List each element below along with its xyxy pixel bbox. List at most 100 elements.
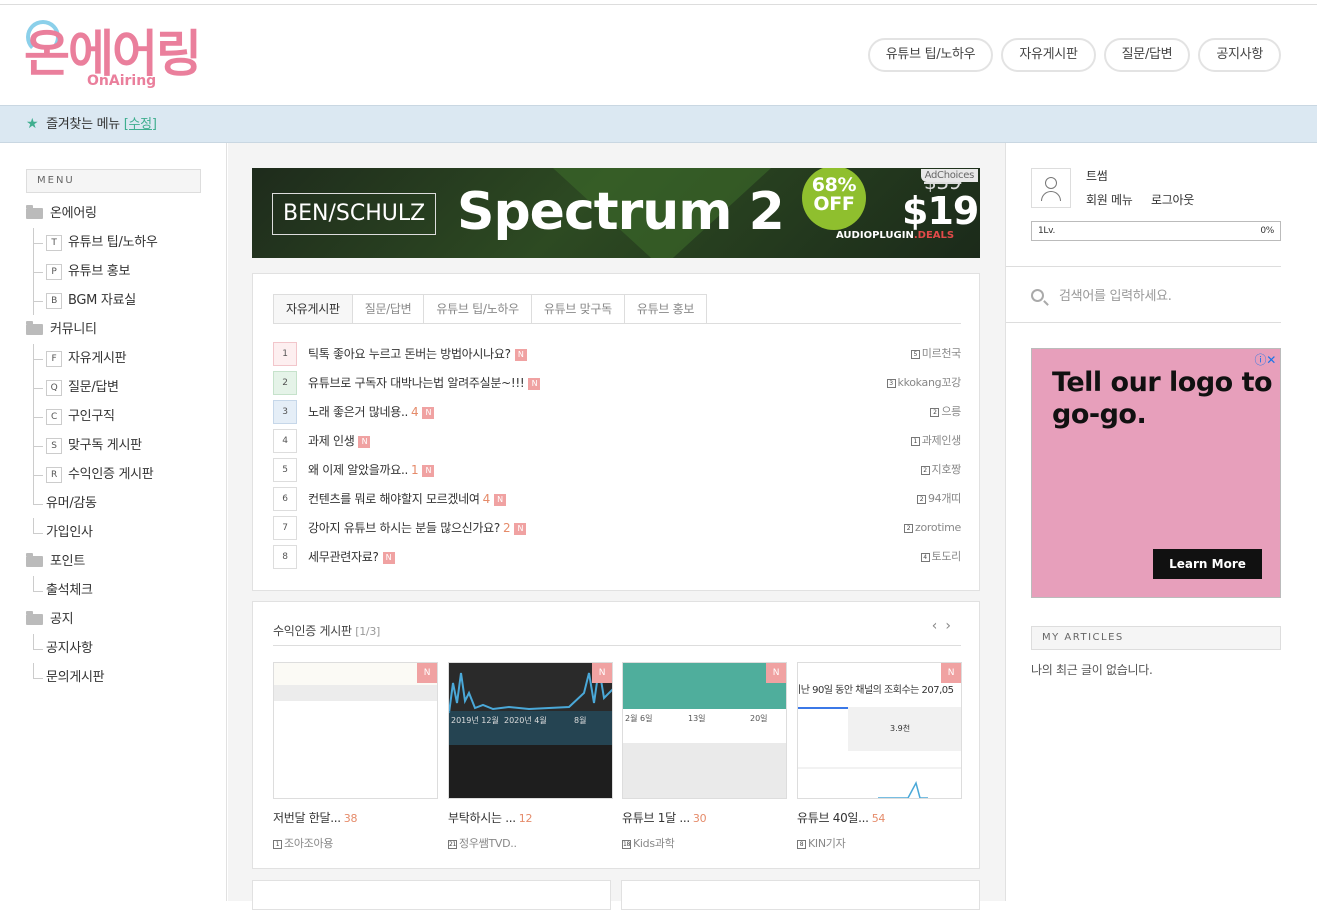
sidebar-item[interactable]: 온에어링: [26, 199, 216, 228]
tab-free-board[interactable]: 자유게시판: [273, 294, 353, 324]
next-arrow-icon[interactable]: ›: [945, 618, 959, 634]
favorites-edit-link[interactable]: [수정]: [124, 117, 157, 132]
site-logo[interactable]: 온에어링 OnAiring: [24, 18, 214, 92]
sidebar-item[interactable]: 공지: [26, 605, 216, 634]
search-icon[interactable]: [1031, 289, 1044, 302]
post-title-text[interactable]: 과제 인생: [308, 434, 355, 448]
post-title[interactable]: 세무관련자료? N: [308, 545, 395, 569]
side-ad[interactable]: ⓘ✕ Tell our logo to go-go. Learn More: [1031, 348, 1281, 598]
sidebar-item[interactable]: 문의게시판: [26, 663, 216, 692]
post-author[interactable]: 4 토도리: [920, 545, 962, 569]
post-author[interactable]: 3 kkokang꼬강: [886, 371, 962, 395]
avatar-head: [1045, 177, 1057, 189]
author-name[interactable]: 미르천국: [922, 347, 962, 360]
post-title[interactable]: 유튜브로 구독자 대박나는법 알려주실분~!!! N: [308, 371, 541, 395]
new-badge: N: [514, 348, 527, 361]
post-row[interactable]: 8 세무관련자료? N 4 토도리: [273, 544, 961, 573]
ad-banner[interactable]: BEN/SCHULZ Spectrum 2 68% OFF $39 $19 AUD…: [252, 168, 980, 258]
author-name[interactable]: 정우쌤TVD..: [459, 837, 517, 850]
post-title[interactable]: 컨텐츠를 뭐로 해야할지 모르겠네여 4 N: [308, 487, 506, 511]
gallery-item[interactable]: N 저번달 한달... 38 1 조아조아용: [273, 662, 438, 851]
post-author[interactable]: 2 으릉: [930, 400, 961, 424]
sidebar-item[interactable]: S 맞구독 게시판: [26, 431, 216, 460]
post-title-text[interactable]: 틱톡 좋아요 누르고 돈버는 방법아시나요?: [308, 347, 511, 361]
gallery-thumb[interactable]: N: [273, 662, 438, 799]
author-name[interactable]: kkokang꼬강: [898, 376, 962, 389]
nav-qna[interactable]: 질문/답변: [1103, 38, 1191, 72]
tab-youtube-promo[interactable]: 유튜브 홍보: [624, 294, 708, 324]
sidebar-item[interactable]: 유머/감동: [26, 489, 216, 518]
post-row[interactable]: 2 유튜브로 구독자 대박나는법 알려주실분~!!! N 3 kkokang꼬강: [273, 370, 961, 399]
sidebar-item[interactable]: T 유튜브 팁/노하우: [26, 228, 216, 257]
tab-youtube-tips[interactable]: 유튜브 팁/노하우: [424, 294, 532, 324]
side-ad-text: Tell our logo to go-go.: [1052, 367, 1273, 430]
ad-info-icon[interactable]: ⓘ✕: [1255, 351, 1277, 368]
post-title-text[interactable]: 컨텐츠를 뭐로 해야할지 모르겠네여: [308, 492, 480, 506]
post-row[interactable]: 7 강아지 유튜브 하시는 분들 많으신가요? 2 N 2 zorotime: [273, 515, 961, 544]
search-input[interactable]: 검색어를 입력하세요.: [1059, 289, 1172, 304]
gallery-item[interactable]: 지난 90일 동안 채널의 조회수는 207,05 3.9천 N 유튜브 40일…: [797, 662, 962, 851]
author-name[interactable]: 과제인생: [922, 434, 962, 447]
search-box[interactable]: 검색어를 입력하세요.: [1031, 282, 1281, 312]
author-name[interactable]: 으릉: [941, 405, 961, 418]
learn-more-button[interactable]: Learn More: [1153, 549, 1262, 579]
author-name[interactable]: 조아조아용: [284, 837, 333, 850]
post-author[interactable]: 2 94개띠: [916, 487, 961, 511]
post-title[interactable]: 틱톡 좋아요 누르고 돈버는 방법아시나요? N: [308, 342, 527, 366]
profile-avatar-icon[interactable]: [1031, 168, 1071, 208]
post-row[interactable]: 5 왜 이제 알았을까요.. 1 N 2 지호짱: [273, 457, 961, 486]
sidebar-item[interactable]: 포인트: [26, 547, 216, 576]
post-row[interactable]: 3 노래 좋은거 많네용.. 4 N 2 으릉: [273, 399, 961, 428]
sidebar-item[interactable]: 커뮤니티: [26, 315, 216, 344]
nav-youtube-tips[interactable]: 유튜브 팁/노하우: [867, 38, 994, 72]
post-row[interactable]: 6 컨텐츠를 뭐로 해야할지 모르겠네여 4 N 2 94개띠: [273, 486, 961, 515]
logout-link[interactable]: 로그아웃: [1151, 193, 1194, 207]
author-name[interactable]: KIN기자: [808, 837, 846, 850]
member-menu-link[interactable]: 회원 메뉴: [1086, 193, 1133, 207]
gallery-item[interactable]: 2월 6일 13일 20일 N 유튜브 1달 ... 30 18 Kids과학: [622, 662, 787, 851]
nav-notice[interactable]: 공지사항: [1198, 38, 1281, 72]
sidebar-item[interactable]: 가입인사: [26, 518, 216, 547]
sidebar-item[interactable]: P 유튜브 홍보: [26, 257, 216, 286]
tab-youtube-subscribe[interactable]: 유튜브 맞구독: [531, 294, 625, 324]
level-icon: 2: [930, 407, 940, 417]
gallery-thumb[interactable]: 지난 90일 동안 채널의 조회수는 207,05 3.9천 N: [797, 662, 962, 799]
sidebar-item[interactable]: C 구인구직: [26, 402, 216, 431]
level-icon: 1: [273, 839, 282, 849]
post-title-text[interactable]: 노래 좋은거 많네용..: [308, 405, 408, 419]
author-name[interactable]: zorotime: [915, 521, 961, 534]
sidebar-item[interactable]: 출석체크: [26, 576, 216, 605]
post-title-text[interactable]: 강아지 유튜브 하시는 분들 많으신가요?: [308, 521, 500, 535]
post-title[interactable]: 왜 이제 알았을까요.. 1 N: [308, 458, 435, 482]
author-name[interactable]: 토도리: [932, 550, 962, 563]
gallery-thumb[interactable]: 2월 6일 13일 20일 N: [622, 662, 787, 799]
post-author[interactable]: 2 지호짱: [920, 458, 962, 482]
sidebar-item[interactable]: R 수익인증 게시판: [26, 460, 216, 489]
adchoices-label[interactable]: AdChoices: [920, 169, 978, 182]
post-title-text[interactable]: 세무관련자료?: [308, 550, 379, 564]
author-name[interactable]: Kids과학: [633, 837, 675, 850]
tab-qna[interactable]: 질문/답변: [352, 294, 425, 324]
post-row[interactable]: 4 과제 인생 N 1 과제인생: [273, 428, 961, 457]
post-title[interactable]: 노래 좋은거 많네용.. 4 N: [308, 400, 435, 424]
post-title-text[interactable]: 유튜브로 구독자 대박나는법 알려주실분~!!!: [308, 376, 525, 390]
prev-arrow-icon[interactable]: ‹: [932, 618, 946, 634]
post-author[interactable]: 5 미르천국: [910, 342, 962, 366]
author-name[interactable]: 지호짱: [932, 463, 962, 476]
post-title[interactable]: 강아지 유튜브 하시는 분들 많으신가요? 2 N: [308, 516, 527, 540]
post-author[interactable]: 1 과제인생: [910, 429, 962, 453]
sidebar-item[interactable]: F 자유게시판: [26, 344, 216, 373]
comment-count: 4: [482, 492, 491, 506]
nav-free-board[interactable]: 자유게시판: [1001, 38, 1096, 72]
post-title[interactable]: 과제 인생 N: [308, 429, 371, 453]
sidebar-item[interactable]: B BGM 자료실: [26, 286, 216, 315]
gallery-title[interactable]: 수익인증 게시판: [273, 624, 352, 638]
sidebar-item[interactable]: Q 질문/답변: [26, 373, 216, 402]
sidebar-item[interactable]: 공지사항: [26, 634, 216, 663]
post-row[interactable]: 1 틱톡 좋아요 누르고 돈버는 방법아시나요? N 5 미르천국: [273, 341, 961, 370]
author-name[interactable]: 94개띠: [928, 492, 961, 505]
gallery-item[interactable]: 2019년 12월 2020년 4월 8월 N 부탁하시는 ... 12 21 정우…: [448, 662, 613, 851]
post-title-text[interactable]: 왜 이제 알았을까요..: [308, 463, 408, 477]
gallery-thumb[interactable]: 2019년 12월 2020년 4월 8월 N: [448, 662, 613, 799]
post-author[interactable]: 2 zorotime: [904, 516, 961, 540]
